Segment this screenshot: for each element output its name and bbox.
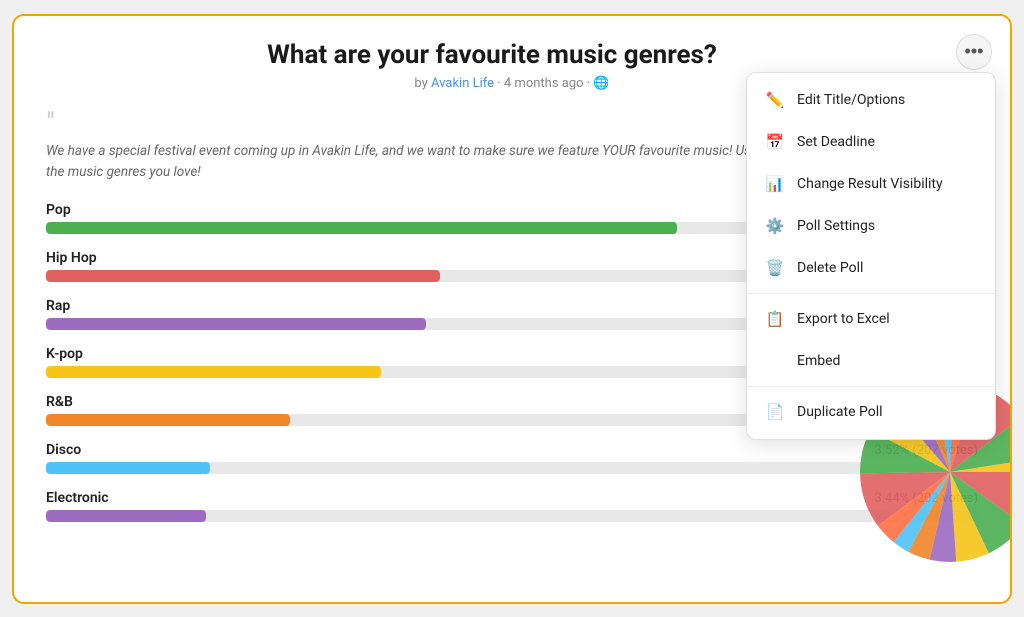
poll-item-label: Disco (46, 442, 81, 458)
bar-track (46, 510, 978, 522)
duplicate-poll-icon: 📄 (765, 402, 785, 422)
bar-fill (46, 366, 381, 378)
edit-title-label: Edit Title/Options (797, 92, 905, 108)
poll-item-label: Hip Hop (46, 250, 97, 266)
main-card: What are your favourite music genres? by… (12, 14, 1012, 604)
bar-track (46, 462, 978, 474)
delete-poll-icon: 🗑️ (765, 258, 785, 278)
poll-settings-label: Poll Settings (797, 218, 875, 234)
set-deadline-icon: 📅 (765, 132, 785, 152)
dropdown-menu: ✏️ Edit Title/Options 📅 Set Deadline 📊 C… (746, 72, 996, 440)
meta-separator: · 4 months ago · (497, 76, 593, 91)
bar-fill (46, 270, 440, 282)
change-visibility-icon: 📊 (765, 174, 785, 194)
dropdown-item-export-excel[interactable]: 📋 Export to Excel (747, 298, 995, 340)
bar-fill (46, 318, 426, 330)
bar-fill (46, 414, 290, 426)
dropdown-item-set-deadline[interactable]: 📅 Set Deadline (747, 121, 995, 163)
bar-fill (46, 510, 206, 522)
edit-title-icon: ✏️ (765, 90, 785, 110)
poll-item-label: K-pop (46, 346, 83, 362)
bar-fill (46, 462, 210, 474)
dropdown-divider (747, 293, 995, 294)
bar-fill (46, 222, 677, 234)
poll-item-label: Pop (46, 202, 71, 218)
set-deadline-label: Set Deadline (797, 134, 875, 150)
poll-item: Electronic 3.44% (202 votes) (46, 490, 978, 522)
export-excel-label: Export to Excel (797, 311, 890, 327)
poll-title: What are your favourite music genres? (46, 40, 978, 70)
export-excel-icon: 📋 (765, 309, 785, 329)
dropdown-item-change-visibility[interactable]: 📊 Change Result Visibility (747, 163, 995, 205)
poll-item-label: Electronic (46, 490, 109, 506)
delete-poll-label: Delete Poll (797, 260, 863, 276)
poll-item-label: R&B (46, 394, 73, 410)
dropdown-item-poll-settings[interactable]: ⚙️ Poll Settings (747, 205, 995, 247)
by-label: by (414, 76, 427, 91)
globe-icon: 🌐 (593, 76, 609, 91)
dropdown-item-embed[interactable]: Embed (747, 340, 995, 382)
embed-label: Embed (797, 353, 840, 369)
options-button[interactable]: ••• (956, 34, 992, 70)
author-link[interactable]: Avakin Life (431, 76, 494, 91)
dropdown-item-duplicate-poll[interactable]: 📄 Duplicate Poll (747, 391, 995, 433)
embed-icon (765, 351, 785, 371)
dropdown-item-edit-title[interactable]: ✏️ Edit Title/Options (747, 79, 995, 121)
poll-item-label: Rap (46, 298, 70, 314)
dropdown-item-delete-poll[interactable]: 🗑️ Delete Poll (747, 247, 995, 289)
dropdown-divider (747, 386, 995, 387)
change-visibility-label: Change Result Visibility (797, 176, 943, 192)
poll-item: Disco 3.52% (207 votes) (46, 442, 978, 474)
poll-settings-icon: ⚙️ (765, 216, 785, 236)
duplicate-poll-label: Duplicate Poll (797, 404, 883, 420)
